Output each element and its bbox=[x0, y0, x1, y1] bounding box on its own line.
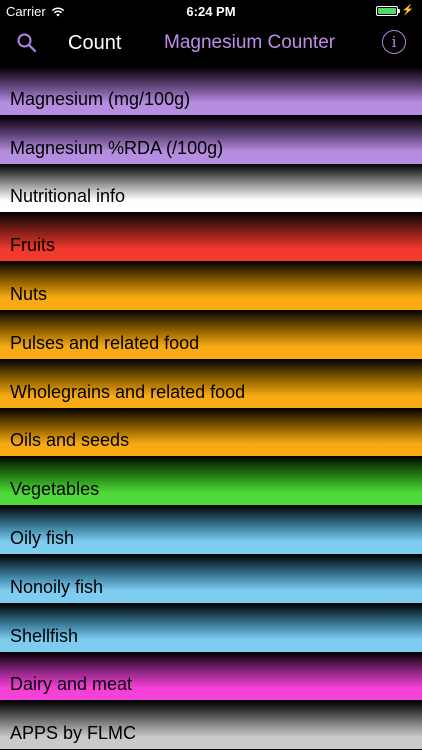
list-item-label: Magnesium %RDA (/100g) bbox=[10, 137, 224, 158]
status-bar: Carrier 6:24 PM ⚡ bbox=[0, 0, 422, 22]
list-item[interactable]: Wholegrains and related food bbox=[0, 358, 422, 408]
list-item-label: Nonoily fish bbox=[10, 576, 104, 597]
list-item[interactable]: Vegetables bbox=[0, 456, 422, 506]
list-item[interactable]: Nonoily fish bbox=[0, 553, 422, 603]
status-time: 6:24 PM bbox=[186, 4, 236, 19]
battery-level bbox=[377, 7, 396, 14]
search-button[interactable] bbox=[16, 32, 42, 58]
list-item-label: Dairy and meat bbox=[10, 674, 133, 695]
status-right: ⚡ bbox=[375, 5, 414, 16]
list-item-label: Vegetables bbox=[10, 479, 100, 500]
category-list: Magnesium (mg/100g) Magnesium %RDA (/100g… bbox=[0, 66, 422, 750]
nav-bar: Count Magnesium Counter i bbox=[0, 22, 422, 66]
battery-icon bbox=[375, 5, 400, 16]
list-item[interactable]: Dairy and meat bbox=[0, 651, 422, 701]
search-icon bbox=[17, 33, 37, 53]
list-item-label: Nutritional info bbox=[10, 186, 126, 207]
list-item-label: Oily fish bbox=[10, 527, 75, 548]
list-item-label: Shellfish bbox=[10, 625, 79, 646]
list-item-label: APPS by FLMC bbox=[10, 723, 137, 744]
list-item[interactable]: Pulses and related food bbox=[0, 309, 422, 359]
list-item[interactable]: Oily fish bbox=[0, 505, 422, 554]
list-item[interactable]: Oils and seeds bbox=[0, 407, 422, 457]
list-item[interactable]: Fruits bbox=[0, 212, 422, 262]
list-item-label: Wholegrains and related food bbox=[10, 381, 246, 402]
list-item[interactable]: Magnesium %RDA (/100g) bbox=[0, 114, 422, 164]
page-title: Magnesium Counter bbox=[164, 32, 336, 53]
list-item[interactable]: Nutritional info bbox=[0, 163, 422, 213]
list-item[interactable]: Nuts bbox=[0, 261, 422, 310]
list-item-label: Fruits bbox=[10, 235, 55, 256]
info-button[interactable]: i bbox=[382, 30, 406, 54]
list-item[interactable]: Magnesium (mg/100g) bbox=[0, 66, 422, 115]
list-item-label: Oils and seeds bbox=[10, 430, 130, 451]
list-item-label: Nuts bbox=[10, 283, 48, 304]
list-item-label: Pulses and related food bbox=[10, 332, 200, 353]
list-item-label: Magnesium (mg/100g) bbox=[10, 88, 191, 109]
charging-icon: ⚡ bbox=[401, 5, 414, 16]
count-button[interactable]: Count bbox=[68, 32, 121, 55]
list-item[interactable]: APPS by FLMC bbox=[0, 700, 422, 750]
list-item[interactable]: Shellfish bbox=[0, 602, 422, 652]
info-icon: i bbox=[391, 33, 397, 51]
